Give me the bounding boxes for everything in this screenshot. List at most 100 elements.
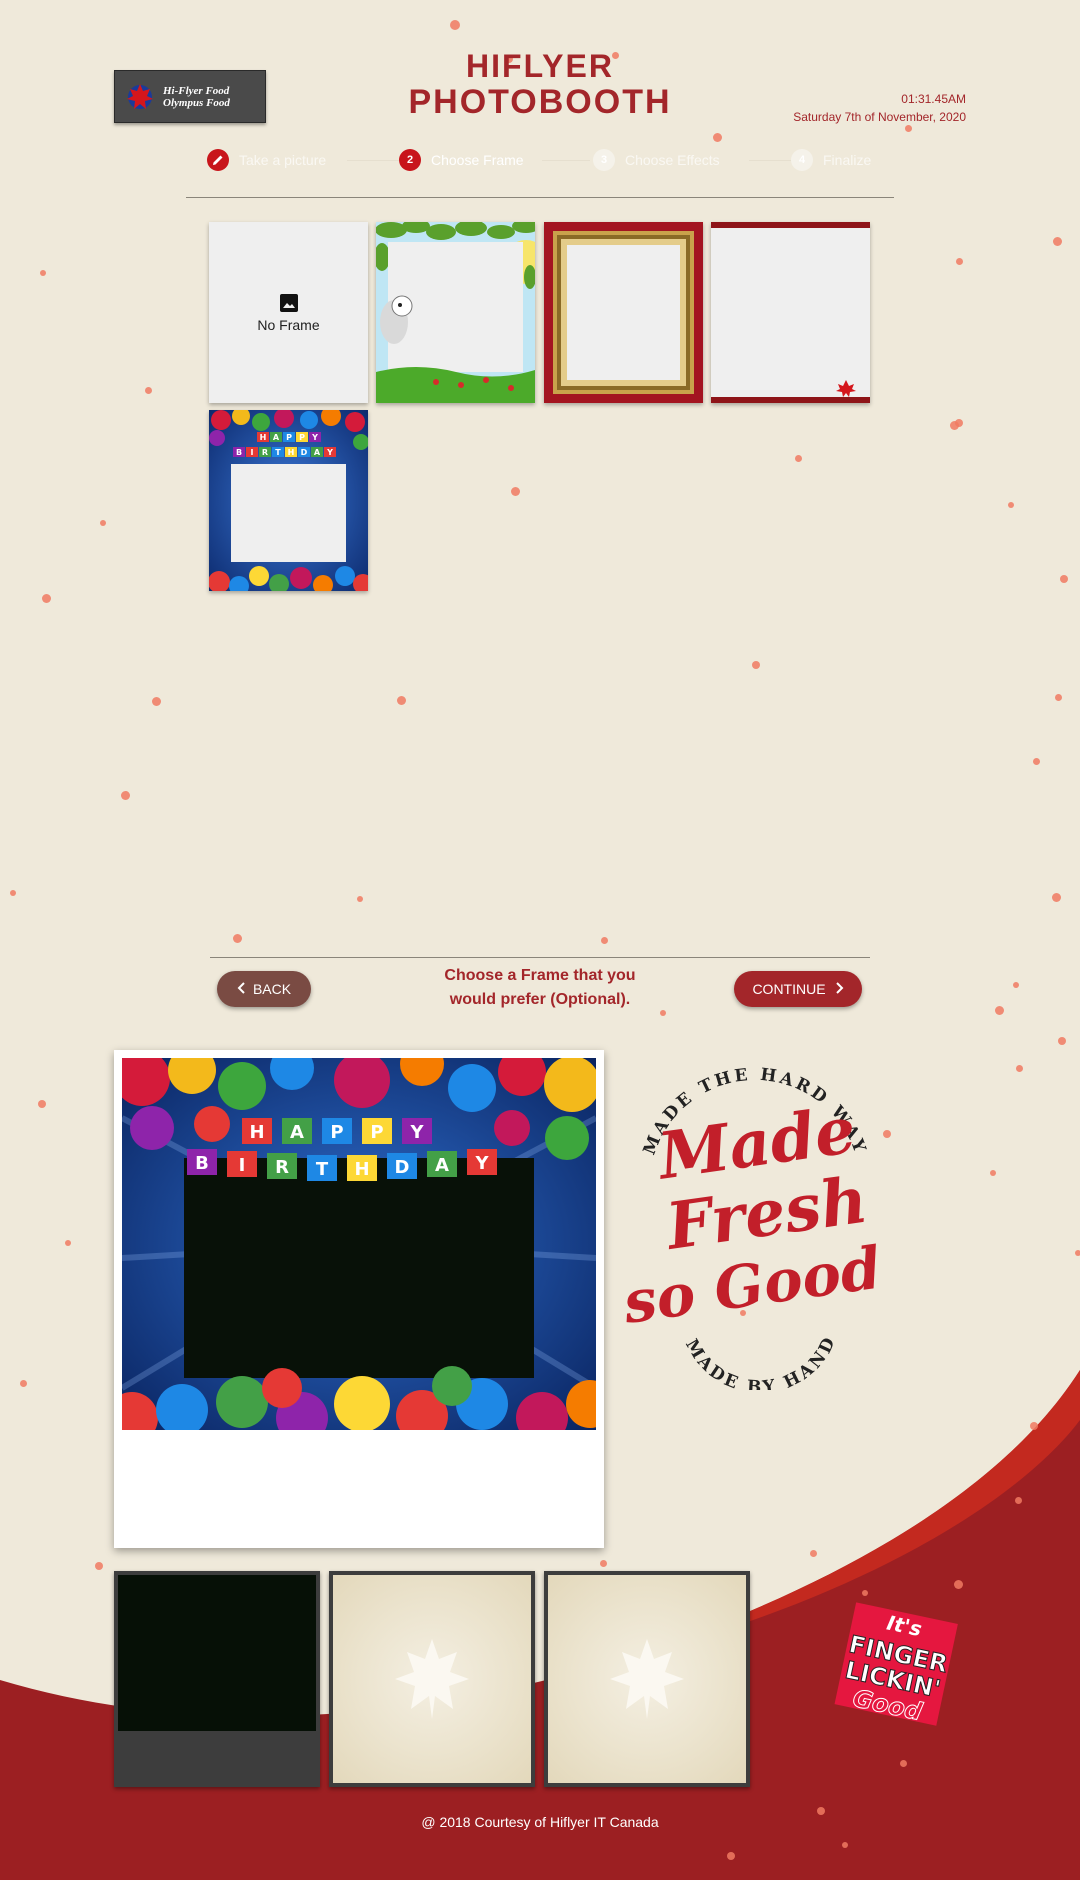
confetti-dot	[1033, 758, 1040, 765]
stepper: Take a picture 2 Choose Frame 3 Choose E…	[207, 149, 887, 175]
step-label: Choose Effects	[625, 152, 720, 168]
photo-thumbnail-3[interactable]	[544, 1571, 750, 1787]
svg-text:A: A	[273, 433, 280, 442]
svg-text:D: D	[301, 448, 308, 457]
confetti-dot	[397, 696, 406, 705]
svg-text:Y: Y	[326, 448, 333, 457]
clock: 01:31.45AM Saturday 7th of November, 202…	[793, 90, 966, 126]
svg-text:R: R	[262, 448, 268, 457]
thumbnail-image	[118, 1575, 316, 1731]
back-button[interactable]: BACK	[217, 971, 311, 1007]
step-take-picture[interactable]: Take a picture	[207, 149, 326, 171]
confetti-dot	[1013, 982, 1019, 988]
frame-option-none[interactable]: No Frame	[209, 222, 368, 403]
frame-option-gold[interactable]	[544, 222, 703, 403]
confetti-dot	[65, 1240, 71, 1246]
confetti-dot	[990, 1170, 996, 1176]
confetti-dot	[121, 791, 130, 800]
confetti-dot	[1008, 502, 1014, 508]
confetti-dot	[38, 1100, 46, 1108]
confetti-dot	[145, 387, 152, 394]
header-divider	[186, 197, 894, 198]
confetti-dot	[600, 1560, 607, 1567]
banner-letter: I	[239, 1155, 246, 1176]
confetti-dot	[1075, 1250, 1080, 1256]
image-icon	[279, 293, 298, 312]
banner-letter: A	[290, 1122, 304, 1143]
confetti-dot	[954, 1580, 963, 1589]
confetti-dot	[955, 419, 963, 427]
frame-option-meadow[interactable]	[376, 222, 535, 403]
continue-label: CONTINUE	[752, 981, 826, 997]
confetti-dot	[1030, 1422, 1038, 1430]
photo-thumbnail-1[interactable]	[114, 1571, 320, 1787]
step-label: Take a picture	[239, 152, 327, 168]
banner-letter: D	[395, 1157, 410, 1178]
clock-time: 01:31.45AM	[901, 92, 966, 106]
continue-button[interactable]: CONTINUE	[734, 971, 862, 1007]
page-title: HIFLYER PHOTOBOOTH	[340, 48, 740, 122]
confetti-dot	[660, 1010, 666, 1016]
banner-letter: Y	[474, 1153, 489, 1174]
chevron-left-icon	[237, 981, 245, 997]
step-number: 4	[791, 149, 813, 171]
logo-line2: Olympus Food	[163, 96, 230, 109]
confetti-dot	[1052, 893, 1061, 902]
confetti-dot	[450, 20, 460, 30]
hint-line2: would prefer (Optional).	[449, 991, 631, 1008]
no-frame-label: No Frame	[257, 316, 320, 333]
title-line2: PHOTOBOOTH	[408, 83, 672, 121]
frame-option-birthday[interactable]: H A P P Y B I R T H D A Y	[209, 410, 368, 591]
hint-line1: Choose a Frame that you	[444, 967, 636, 984]
svg-text:P: P	[299, 433, 305, 442]
company-logo: Hi-Flyer Food Olympus Food	[114, 70, 266, 123]
confetti-dot	[752, 661, 760, 669]
banner-letter: H	[249, 1122, 264, 1143]
finger-lickin-badge: It's FINGER LICKIN' Good	[834, 1602, 958, 1727]
svg-text:MADE BY HAND: MADE BY HAND	[681, 1332, 841, 1390]
confetti-dot	[713, 133, 722, 142]
confetti-dot	[40, 270, 46, 276]
back-label: BACK	[252, 981, 292, 997]
confetti-dot	[42, 594, 51, 603]
step-finalize[interactable]: 4 Finalize	[791, 149, 871, 171]
logo-line1: Hi-Flyer Food	[163, 84, 230, 97]
maple-leaf-placeholder-icon	[610, 1639, 684, 1719]
banner-letter: T	[316, 1159, 329, 1180]
confetti-dot	[900, 1760, 907, 1767]
step-number: 2	[399, 149, 421, 171]
step-label: Choose Frame	[431, 152, 524, 168]
confetti-dot	[357, 896, 363, 902]
banner-letter: R	[275, 1157, 289, 1178]
svg-text:A: A	[314, 448, 321, 457]
banner-letter: P	[370, 1122, 383, 1143]
step-choose-frame[interactable]: 2 Choose Frame	[399, 149, 524, 171]
svg-text:H: H	[260, 433, 267, 442]
photo-preview: HAPPY BIRTHDAY	[114, 1050, 604, 1548]
step-number: 3	[593, 149, 615, 171]
chevron-right-icon	[835, 981, 844, 997]
maple-leaf-placeholder-icon	[395, 1639, 469, 1719]
made-fresh-stamp: MADE THE HARD WAY Made Fresh so Good MAD…	[620, 1065, 885, 1390]
birthday-frame-art: H A P P Y B I R T H D A Y	[209, 410, 368, 591]
frame-hint: Choose a Frame that you would prefer (Op…	[420, 964, 660, 1012]
step-connector	[542, 160, 590, 161]
footer-text: @ 2018 Courtesy of Hiflyer IT Canada	[421, 1814, 659, 1830]
svg-text:I: I	[251, 448, 254, 457]
pencil-icon	[207, 149, 229, 171]
gold-frame-art	[544, 222, 703, 403]
branded-frame-art	[711, 222, 870, 403]
stamp-bottom-arc: MADE BY HAND	[681, 1332, 838, 1390]
confetti-dot	[20, 1380, 27, 1387]
confetti-dot	[1055, 694, 1062, 701]
confetti-dot	[842, 1842, 848, 1848]
confetti-dot	[1053, 237, 1062, 246]
frame-option-branded[interactable]	[711, 222, 870, 403]
photo-thumbnail-2[interactable]	[329, 1571, 535, 1787]
svg-text:H: H	[288, 448, 295, 457]
confetti-dot	[995, 1006, 1004, 1015]
step-choose-effects[interactable]: 3 Choose Effects	[593, 149, 720, 171]
confetti-dot	[10, 890, 16, 896]
confetti-dot	[1016, 1065, 1023, 1072]
confetti-dot	[1058, 1037, 1066, 1045]
